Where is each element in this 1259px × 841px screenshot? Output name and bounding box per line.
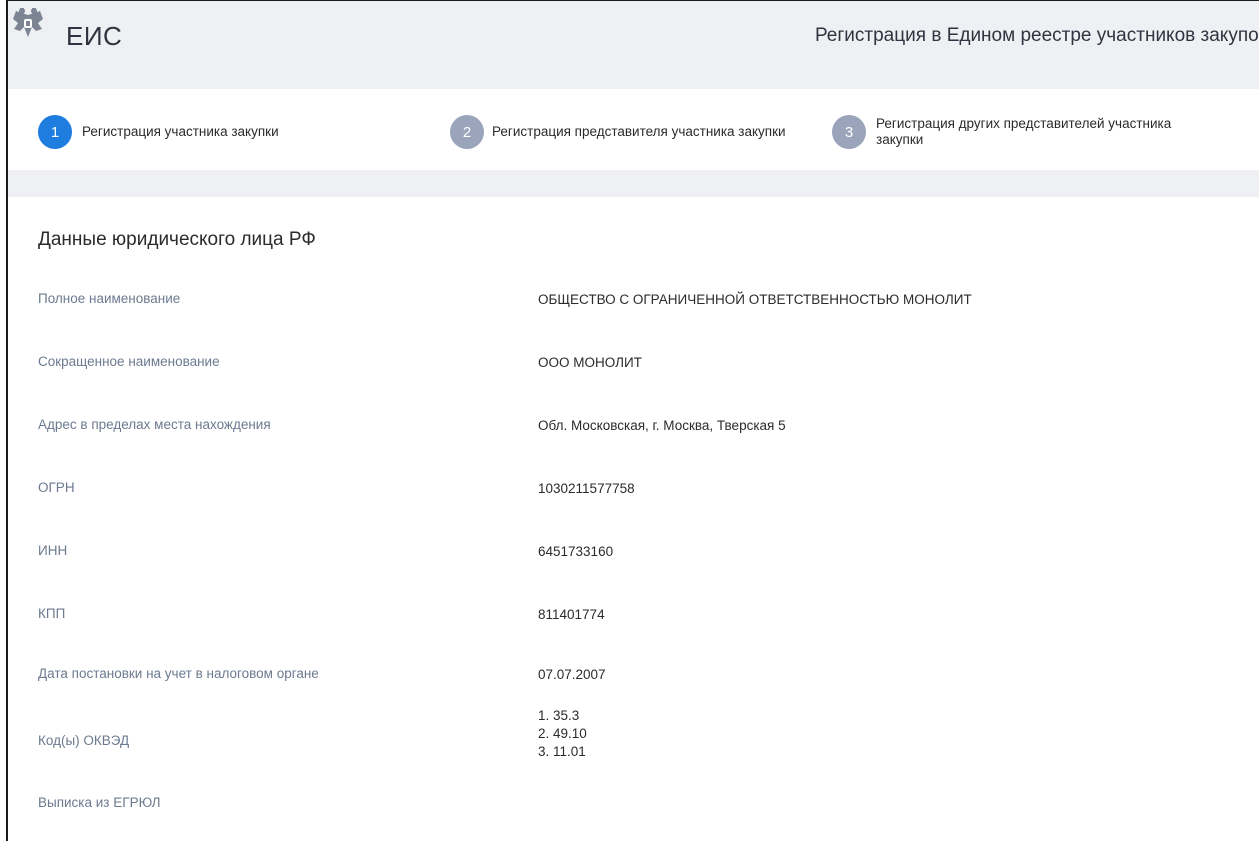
ogrn-label: ОГРН [38,480,75,495]
step-2-label: Регистрация представителя участника заку… [492,124,786,139]
tax-date-value: 07.07.2007 [538,667,606,682]
short-name-value: ООО МОНОЛИТ [538,355,642,370]
kpp-label: КПП [38,606,66,621]
step-3-number: 3 [832,115,866,149]
step-3-label: Регистрация других представителей участн… [876,116,1172,147]
section-title: Данные юридического лица РФ [38,229,316,250]
header: ЕИС Регистрация в Едином реестре участни… [8,1,1259,89]
page-title: Регистрация в Едином реестре участников … [814,25,1259,46]
brand-logo-text[interactable]: ЕИС [66,21,122,52]
ogrn-value: 1030211577758 [538,481,635,496]
okved-item: 2. 49.10 [538,726,587,741]
okved-values: 1. 35.3 2. 49.10 3. 11.01 [538,707,587,761]
address-label: Адрес в пределах места нахождения [38,417,271,432]
tax-date-label: Дата постановки на учет в налоговом орга… [38,666,319,681]
step-2-number: 2 [450,115,484,149]
kpp-value: 811401774 [538,607,605,622]
step-2[interactable]: 2 Регистрация представителя участника за… [450,115,786,149]
full-name-value: ОБЩЕСТВО С ОГРАНИЧЕННОЙ ОТВЕТСТВЕННОСТЬЮ… [538,292,972,307]
step-3[interactable]: 3 Регистрация других представителей учас… [832,115,1216,149]
step-1-label: Регистрация участника закупки [82,124,279,139]
egrul-label: Выписка из ЕГРЮЛ [38,795,161,810]
legal-entity-section: Данные юридического лица РФ Полное наиме… [8,197,1259,841]
registration-stepper: 1 Регистрация участника закупки 2 Регист… [8,89,1259,170]
app-window: ЕИС Регистрация в Едином реестре участни… [6,0,1259,841]
short-name-label: Сокращенное наименование [38,354,220,369]
okved-item: 1. 35.3 [538,708,580,723]
inn-value: 6451733160 [538,544,614,559]
okved-label: Код(ы) ОКВЭД [38,733,130,748]
inn-label: ИНН [38,543,68,558]
okved-item: 3. 11.01 [538,744,586,759]
step-1-number: 1 [38,115,72,149]
step-1[interactable]: 1 Регистрация участника закупки [38,115,279,149]
coat-of-arms-icon [13,8,43,37]
full-name-label: Полное наименование [38,291,181,306]
address-value: Обл. Московская, г. Москва, Тверская 5 [538,418,786,433]
separator-band [8,170,1259,197]
